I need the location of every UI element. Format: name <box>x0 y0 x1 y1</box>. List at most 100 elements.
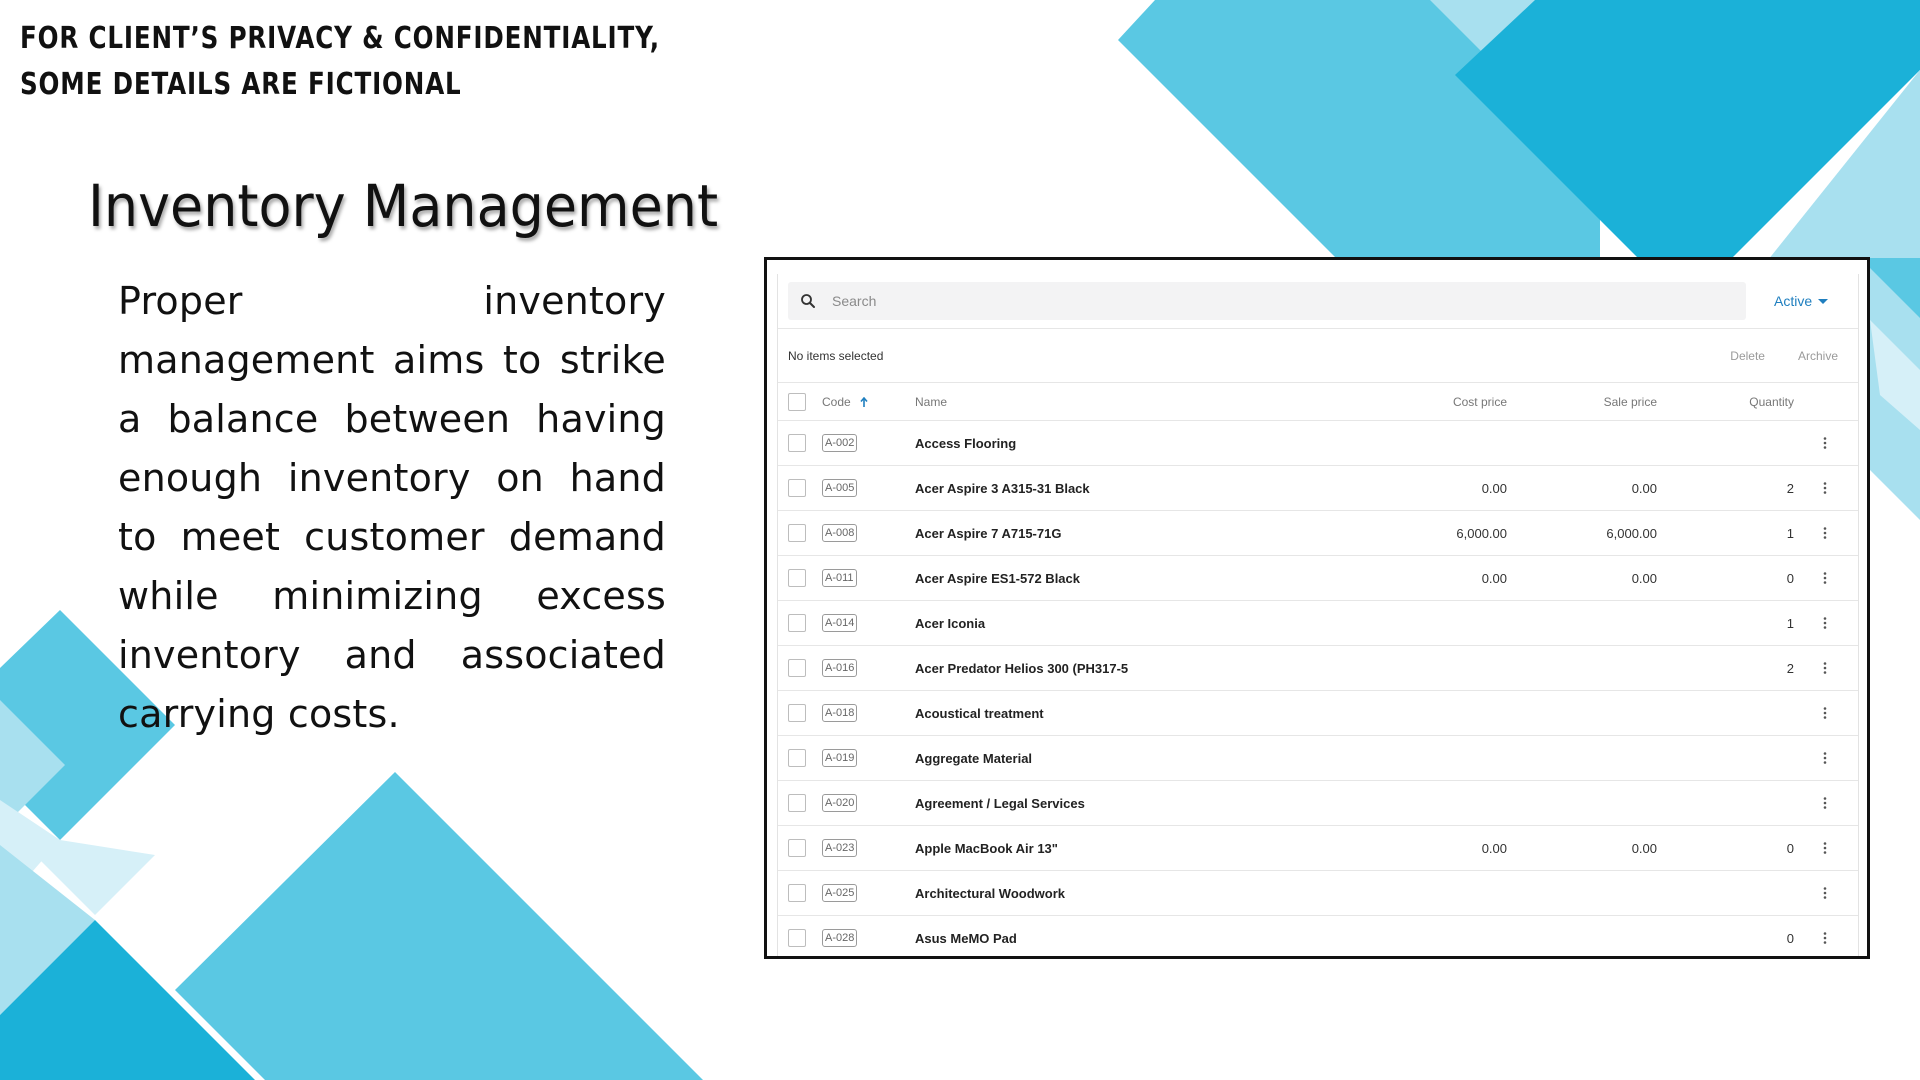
item-name[interactable]: Architectural Woodwork <box>915 886 1065 901</box>
cost-price: 6,000.00 <box>1371 510 1507 556</box>
column-header-name[interactable]: Name <box>915 383 1371 421</box>
table-row[interactable]: A-020 Agreement / Legal Services <box>778 780 1858 826</box>
row-checkbox[interactable] <box>788 614 806 632</box>
status-filter-label: Active <box>1774 293 1813 309</box>
action-bar: No items selected Delete Archive <box>778 329 1858 383</box>
more-vertical-icon[interactable] <box>1817 705 1833 721</box>
sale-price <box>1507 735 1657 781</box>
row-checkbox[interactable] <box>788 659 806 677</box>
table-row[interactable]: A-025 Architectural Woodwork <box>778 870 1858 916</box>
item-name[interactable]: Asus MeMO Pad <box>915 931 1017 946</box>
table-row[interactable]: A-023 Apple MacBook Air 13" 0.00 0.00 0 <box>778 825 1858 871</box>
row-checkbox[interactable] <box>788 749 806 767</box>
table-row[interactable]: A-002 Access Flooring <box>778 420 1858 466</box>
row-checkbox[interactable] <box>788 839 806 857</box>
more-vertical-icon[interactable] <box>1817 615 1833 631</box>
column-header-cost[interactable]: Cost price <box>1371 383 1507 421</box>
column-header-sale[interactable]: Sale price <box>1507 383 1657 421</box>
item-code: A-019 <box>822 749 858 767</box>
table-row[interactable]: A-005 Acer Aspire 3 A315-31 Black 0.00 0… <box>778 465 1858 511</box>
more-vertical-icon[interactable] <box>1817 930 1833 946</box>
row-checkbox[interactable] <box>788 434 806 452</box>
item-name[interactable]: Acer Predator Helios 300 (PH317-5 <box>915 661 1128 676</box>
sale-price <box>1507 690 1657 736</box>
quantity <box>1657 780 1794 826</box>
row-checkbox[interactable] <box>788 884 806 902</box>
item-name[interactable]: Acoustical treatment <box>915 706 1044 721</box>
more-vertical-icon[interactable] <box>1817 480 1833 496</box>
item-code: A-008 <box>822 524 858 542</box>
quantity: 1 <box>1657 510 1794 556</box>
more-vertical-icon[interactable] <box>1817 525 1833 541</box>
column-header-code-label: Code <box>822 394 851 409</box>
more-vertical-icon[interactable] <box>1817 750 1833 766</box>
item-name[interactable]: Acer Aspire 7 A715-71G <box>915 526 1061 541</box>
search-box[interactable] <box>788 282 1746 320</box>
more-vertical-icon[interactable] <box>1817 570 1833 586</box>
item-code: A-011 <box>822 569 857 587</box>
quantity: 1 <box>1657 600 1794 646</box>
table-row[interactable]: A-016 Acer Predator Helios 300 (PH317-5 … <box>778 645 1858 691</box>
item-name[interactable]: Acer Aspire 3 A315-31 Black <box>915 481 1090 496</box>
table-row[interactable]: A-018 Acoustical treatment <box>778 690 1858 736</box>
cost-price: 0.00 <box>1371 555 1507 601</box>
table-row[interactable]: A-028 Asus MeMO Pad 0 <box>778 915 1858 956</box>
more-vertical-icon[interactable] <box>1817 795 1833 811</box>
search-icon <box>801 294 815 308</box>
row-checkbox[interactable] <box>788 479 806 497</box>
row-checkbox[interactable] <box>788 569 806 587</box>
table-header-row: Code Name Cost price Sale price Quantity <box>778 383 1858 421</box>
selection-status: No items selected <box>788 348 884 363</box>
more-vertical-icon[interactable] <box>1817 435 1833 451</box>
sale-price <box>1507 420 1657 466</box>
sale-price: 0.00 <box>1507 465 1657 511</box>
cost-price <box>1371 870 1507 916</box>
select-all-checkbox[interactable] <box>788 392 806 411</box>
delete-button[interactable]: Delete <box>1730 349 1765 363</box>
cost-price <box>1371 600 1507 646</box>
table-row[interactable]: A-014 Acer Iconia 1 <box>778 600 1858 646</box>
item-code: A-002 <box>822 434 858 452</box>
table-row[interactable]: A-019 Aggregate Material <box>778 735 1858 781</box>
row-checkbox[interactable] <box>788 524 806 542</box>
quantity <box>1657 420 1794 466</box>
more-vertical-icon[interactable] <box>1817 885 1833 901</box>
column-header-code[interactable]: Code <box>822 383 915 421</box>
item-name[interactable]: Acer Iconia <box>915 616 985 631</box>
sale-price: 6,000.00 <box>1507 510 1657 556</box>
item-name[interactable]: Acer Aspire ES1-572 Black <box>915 571 1080 586</box>
cost-price: 0.00 <box>1371 825 1507 871</box>
table-row[interactable]: A-008 Acer Aspire 7 A715-71G 6,000.00 6,… <box>778 510 1858 556</box>
caret-down-icon <box>1818 298 1829 304</box>
row-checkbox[interactable] <box>788 929 806 947</box>
sale-price <box>1507 780 1657 826</box>
table-row[interactable]: A-011 Acer Aspire ES1-572 Black 0.00 0.0… <box>778 555 1858 601</box>
item-code: A-014 <box>822 614 858 632</box>
row-checkbox[interactable] <box>788 704 806 722</box>
column-header-quantity[interactable]: Quantity <box>1657 383 1794 421</box>
item-name[interactable]: Access Flooring <box>915 436 1016 451</box>
item-code: A-020 <box>822 794 858 812</box>
quantity <box>1657 735 1794 781</box>
sort-ascending-icon <box>860 397 868 408</box>
privacy-notice-line: SOME DETAILS ARE FICTIONAL <box>20 67 462 102</box>
sale-price: 0.00 <box>1507 825 1657 871</box>
deco-diamond <box>175 772 703 1080</box>
cost-price <box>1371 780 1507 826</box>
item-code: A-028 <box>822 929 858 947</box>
privacy-notice: FOR CLIENT’S PRIVACY & CONFIDENTIALITY, … <box>20 16 660 108</box>
item-name[interactable]: Agreement / Legal Services <box>915 796 1085 811</box>
item-name[interactable]: Apple MacBook Air 13" <box>915 841 1058 856</box>
search-input[interactable] <box>830 292 1714 310</box>
more-vertical-icon[interactable] <box>1817 840 1833 856</box>
quantity: 2 <box>1657 645 1794 691</box>
cost-price <box>1371 690 1507 736</box>
cost-price <box>1371 915 1507 956</box>
more-vertical-icon[interactable] <box>1817 660 1833 676</box>
cost-price <box>1371 645 1507 691</box>
quantity: 0 <box>1657 915 1794 956</box>
item-name[interactable]: Aggregate Material <box>915 751 1032 766</box>
status-filter-dropdown[interactable]: Active <box>1774 293 1829 309</box>
row-checkbox[interactable] <box>788 794 806 812</box>
archive-button[interactable]: Archive <box>1798 349 1838 363</box>
